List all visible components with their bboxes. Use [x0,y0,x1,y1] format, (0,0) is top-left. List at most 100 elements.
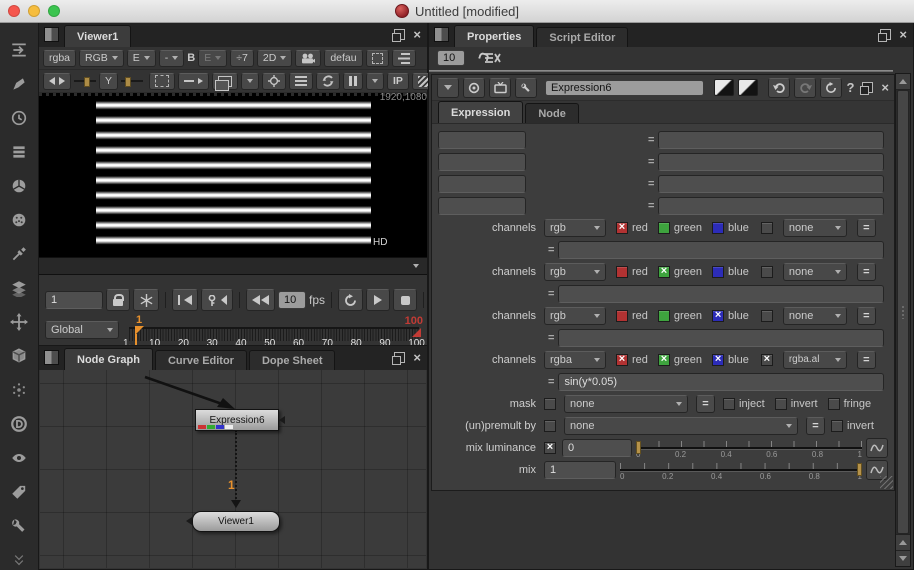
nodegraph-canvas[interactable]: 1 Expression6 Viewer1 [40,370,426,568]
proxy-button[interactable] [212,73,238,90]
scanlines-button[interactable] [289,73,313,90]
revert-button[interactable] [820,78,842,98]
tab-dope-sheet[interactable]: Dope Sheet [249,350,336,370]
tab-node[interactable]: Node [525,103,579,123]
panel-collapse-button[interactable] [437,78,459,98]
float-node-panel-icon[interactable] [862,82,873,93]
roi-select-button[interactable] [149,73,175,90]
previous-keyframe-button[interactable] [201,289,233,311]
camera-button[interactable] [295,50,321,67]
premult-checkbox[interactable] [544,420,556,432]
toolbar-transform-icon[interactable] [7,310,31,334]
toolbar-deep-icon[interactable] [7,412,31,436]
wipe-mode-dropdown[interactable]: - [159,50,185,67]
layer-dropdown[interactable]: rgba [43,50,76,67]
crosshair-button[interactable] [262,73,286,90]
mix-slider[interactable]: 00.20.40.60.81 [620,461,862,479]
view-dimension-dropdown[interactable]: 2D [257,50,292,67]
loop-mode-button[interactable] [338,289,363,311]
properties-scrollbar[interactable] [895,73,911,567]
blue-checkbox[interactable] [712,266,724,278]
var-value-input[interactable] [658,197,884,215]
toolbar-channel-icon[interactable] [7,140,31,164]
help-button[interactable]: ? [846,80,854,95]
var-name-input[interactable] [438,175,526,193]
mask-checkbox[interactable] [544,398,556,410]
gamma-slider[interactable] [121,76,143,86]
mask-expression-button[interactable]: = [696,395,715,413]
premult-expression-button[interactable]: = [806,417,825,435]
float-panel-icon[interactable] [394,352,405,363]
toolbar-filter-icon[interactable] [7,208,31,232]
slider-handle[interactable] [636,441,641,454]
pause-options-dropdown[interactable] [366,73,384,90]
tab-node-graph[interactable]: Node Graph [64,348,153,370]
expression-edit-button[interactable]: = [857,263,876,281]
redo-button[interactable] [794,78,816,98]
red-checkbox[interactable]: × [616,354,628,366]
tab-script-editor[interactable]: Script Editor [536,27,628,47]
gain-slider[interactable] [74,76,96,86]
expression-edit-button[interactable]: = [857,219,876,237]
channel-set-dropdown[interactable]: rgb [544,263,606,281]
float-panel-icon[interactable] [880,29,891,40]
extra-channel-checkbox[interactable] [761,266,773,278]
input-a-dropdown[interactable]: E [127,50,156,67]
proxy-options-dropdown[interactable] [241,73,259,90]
scrollbar-thumb[interactable] [897,90,909,534]
red-checkbox[interactable]: × [616,222,628,234]
close-node-panel-icon[interactable]: × [881,83,889,93]
panel-menu-icon[interactable] [434,27,449,42]
frame-step-buttons[interactable] [43,73,71,90]
play-forward-button[interactable] [366,289,390,311]
input-b-dropdown[interactable]: E [198,50,227,67]
channel-set-dropdown[interactable]: rgb [544,219,606,237]
green-checkbox[interactable] [658,222,670,234]
channel-set-dropdown[interactable]: rgb [544,307,606,325]
blue-checkbox[interactable]: × [712,354,724,366]
tab-properties[interactable]: Properties [454,25,534,47]
current-frame-input[interactable] [45,291,103,309]
green-checkbox[interactable]: × [658,354,670,366]
toolbar-color-icon[interactable] [7,174,31,198]
toolbar-more-chevron-icon[interactable] [13,556,25,562]
blue-checkbox[interactable] [712,222,724,234]
var-name-input[interactable] [438,197,526,215]
float-panel-icon[interactable] [394,29,405,40]
max-panels-input[interactable] [437,50,465,66]
resize-grip[interactable] [880,476,893,489]
toolbar-time-icon[interactable] [7,106,31,130]
mask-input-arrow-icon[interactable] [279,416,285,424]
fps-input[interactable] [278,291,306,309]
toolbar-toolsets-icon[interactable] [7,514,31,538]
premult-channel-dropdown[interactable]: none [564,417,798,435]
var-value-input[interactable] [658,175,884,193]
range-end-marker[interactable] [412,328,421,337]
red-checkbox[interactable] [616,266,628,278]
mix-input[interactable] [544,461,616,479]
stop-button[interactable] [393,289,417,311]
extra-channel-dropdown[interactable]: none [783,263,847,281]
refresh-button[interactable] [316,73,340,90]
green-checkbox[interactable]: × [658,266,670,278]
fringe-checkbox[interactable] [828,398,840,410]
guides-button[interactable] [178,73,209,90]
node-settings-button[interactable] [515,78,537,98]
panel-menu-icon[interactable] [44,27,59,42]
extra-channel-checkbox[interactable] [761,310,773,322]
var-name-input[interactable] [438,131,526,149]
viewer-canvas[interactable]: 1920,1080 HD [39,93,427,257]
input-process-button[interactable]: IP [387,73,409,90]
expression-input-2[interactable] [558,329,884,347]
var-value-input[interactable] [658,131,884,149]
scroll-down-button[interactable] [896,550,910,566]
extra-channel-dropdown[interactable]: none [783,219,847,237]
mix-luminance-slider[interactable]: 00.20.40.60.81 [636,439,862,457]
mix-luminance-curve-button[interactable] [866,438,888,458]
inject-checkbox[interactable] [723,398,735,410]
expression-edit-button[interactable]: = [857,351,876,369]
mix-luminance-input[interactable] [562,439,632,457]
red-checkbox[interactable] [616,310,628,322]
undo-button[interactable] [768,78,790,98]
tab-viewer1[interactable]: Viewer1 [64,25,131,47]
